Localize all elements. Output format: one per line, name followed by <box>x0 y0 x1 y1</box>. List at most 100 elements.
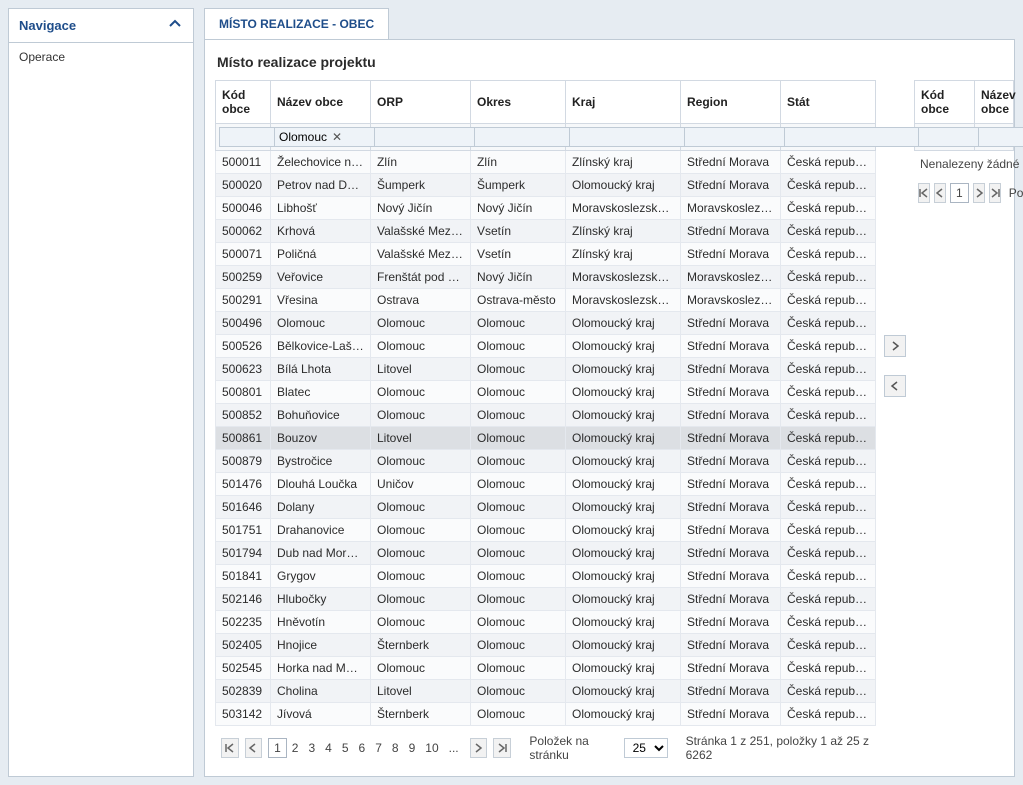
pager-page[interactable]: 5 <box>337 739 354 757</box>
pager-page[interactable]: 3 <box>303 739 320 757</box>
table-row[interactable]: 500623Bílá LhotaLitovelOlomoucOlomoucký … <box>216 358 876 381</box>
table-cell: 503142 <box>216 703 271 726</box>
pager-right-page-1[interactable]: 1 <box>950 183 969 203</box>
table-row[interactable]: 500526Bělkovice-LašťanyOlomoucOlomoucOlo… <box>216 335 876 358</box>
table-cell: Česká republika <box>781 289 876 312</box>
table-row[interactable]: 501751DrahanoviceOlomoucOlomoucOlomoucký… <box>216 519 876 542</box>
col-header[interactable]: Kraj <box>566 81 681 124</box>
table-row[interactable]: 500046LibhošťNový JičínNový JičínMoravsk… <box>216 197 876 220</box>
pager-status: Stránka 1 z 251, položky 1 až 25 z 6262 <box>686 734 870 762</box>
table-cell: 500259 <box>216 266 271 289</box>
table-row[interactable]: 502235HněvotínOlomoucOlomoucOlomoucký kr… <box>216 611 876 634</box>
move-left-button[interactable] <box>884 375 906 397</box>
table-row[interactable]: 500496OlomoucOlomoucOlomoucOlomoucký kra… <box>216 312 876 335</box>
nav-header[interactable]: Navigace <box>9 9 193 43</box>
table-cell: Olomoucký kraj <box>566 473 681 496</box>
table-cell: Střední Morava <box>681 312 781 335</box>
table-row[interactable]: 501794Dub nad MoravouOlomoucOlomoucOlomo… <box>216 542 876 565</box>
pager-page[interactable]: 9 <box>404 739 421 757</box>
table-row[interactable]: 502839CholinaLitovelOlomoucOlomoucký kra… <box>216 680 876 703</box>
pager-page[interactable]: 10 <box>420 739 443 757</box>
table-cell: Česká republika <box>781 220 876 243</box>
table-cell: Olomoucký kraj <box>566 358 681 381</box>
table-cell: Olomoucký kraj <box>566 680 681 703</box>
table-row[interactable]: 500062KrhováValašské MeziříčíVsetínZlíns… <box>216 220 876 243</box>
table-cell: Střední Morava <box>681 565 781 588</box>
table-row[interactable]: 500020Petrov nad DesnouŠumperkŠumperkOlo… <box>216 174 876 197</box>
pager-right-label: Polož <box>1009 186 1023 200</box>
pager: 12345678910... Položek na stránku 25 Str… <box>215 726 876 766</box>
table-cell: Olomouc <box>471 680 566 703</box>
table-cell: Česká republika <box>781 657 876 680</box>
table-row[interactable]: 500259VeřoviceFrenštát pod Rad...Nový Ji… <box>216 266 876 289</box>
filter-input[interactable] <box>978 127 1023 147</box>
col-header[interactable]: Region <box>681 81 781 124</box>
table-cell: Frenštát pod Rad... <box>371 266 471 289</box>
table-row[interactable]: 500291VřesinaOstravaOstrava-městoMoravsk… <box>216 289 876 312</box>
table-row[interactable]: 501841GrygovOlomoucOlomoucOlomoucký kraj… <box>216 565 876 588</box>
col-header[interactable]: Kód obce <box>915 81 975 124</box>
table-cell: Moravskoslezsko <box>681 266 781 289</box>
pager-right-first-button[interactable] <box>918 183 930 203</box>
col-header[interactable]: ORP <box>371 81 471 124</box>
table-cell: Bohuňovice <box>271 404 371 427</box>
table-row[interactable]: 500801BlatecOlomoucOlomoucOlomoucký kraj… <box>216 381 876 404</box>
table-cell: Krhová <box>271 220 371 243</box>
col-header[interactable]: Kód obce <box>216 81 271 124</box>
pager-page[interactable]: 2 <box>287 739 304 757</box>
pager-prev-button[interactable] <box>245 738 263 758</box>
move-right-button[interactable] <box>884 335 906 357</box>
pager-right-prev-button[interactable] <box>934 183 946 203</box>
table-cell: Střední Morava <box>681 358 781 381</box>
pager-page[interactable]: 6 <box>354 739 371 757</box>
table-cell: Střední Morava <box>681 680 781 703</box>
table-cell: Olomoucký kraj <box>566 703 681 726</box>
col-header[interactable]: Okres <box>471 81 566 124</box>
table-cell: Česká republika <box>781 266 876 289</box>
tab-misto-realizace[interactable]: MÍSTO REALIZACE - OBEC <box>204 8 389 39</box>
table-row[interactable]: 500071PoličnáValašské MeziříčíVsetínZlín… <box>216 243 876 266</box>
table-row[interactable]: 502545Horka nad Morav...OlomoucOlomoucOl… <box>216 657 876 680</box>
table-cell: Moravskoslezský kraj <box>566 266 681 289</box>
pager-page[interactable]: 4 <box>320 739 337 757</box>
table-cell: Olomouc <box>471 634 566 657</box>
pager-right-last-button[interactable] <box>989 183 1001 203</box>
table-cell: Litovel <box>371 358 471 381</box>
table-row[interactable]: 502405HnojiceŠternberkOlomoucOlomoucký k… <box>216 634 876 657</box>
pager-page[interactable]: 1 <box>268 738 287 758</box>
table-cell: Dlouhá Loučka <box>271 473 371 496</box>
table-cell: Olomouc <box>371 450 471 473</box>
pager-next-button[interactable] <box>470 738 488 758</box>
table-cell: 500071 <box>216 243 271 266</box>
table-cell: Česká republika <box>781 312 876 335</box>
clear-filter-icon[interactable]: ✕ <box>330 130 344 144</box>
pager-page[interactable]: 8 <box>387 739 404 757</box>
pager-right-next-button[interactable] <box>973 183 985 203</box>
table-row[interactable]: 501476Dlouhá LoučkaUničovOlomoucOlomouck… <box>216 473 876 496</box>
table-row[interactable]: 502146HlubočkyOlomoucOlomoucOlomoucký kr… <box>216 588 876 611</box>
col-header[interactable]: Stát <box>781 81 876 124</box>
table-row[interactable]: 501646DolanyOlomoucOlomoucOlomoucký kraj… <box>216 496 876 519</box>
available-grid: Kód obceNázev obceORPOkresKrajRegionStát… <box>215 80 876 766</box>
table-row[interactable]: 503142JívováŠternberkOlomoucOlomoucký kr… <box>216 703 876 726</box>
pager-page[interactable]: 7 <box>370 739 387 757</box>
table-row[interactable]: 500879BystročiceOlomoucOlomoucOlomoucký … <box>216 450 876 473</box>
table-cell: Střední Morava <box>681 450 781 473</box>
pager-last-button[interactable] <box>493 738 511 758</box>
table-cell: Šternberk <box>371 634 471 657</box>
table-cell: Olomouc <box>371 565 471 588</box>
nav-item-operace[interactable]: Operace <box>9 43 193 71</box>
table-cell: Olomoucký kraj <box>566 611 681 634</box>
pager-first-button[interactable] <box>221 738 239 758</box>
table-row[interactable]: 500011Želechovice nad...ZlínZlínZlínský … <box>216 151 876 174</box>
per-page-select[interactable]: 25 <box>624 738 668 758</box>
col-header[interactable]: Název obce <box>271 81 371 124</box>
table-row[interactable]: 500861BouzovLitovelOlomoucOlomoucký kraj… <box>216 427 876 450</box>
table-cell: Česká republika <box>781 335 876 358</box>
table-cell: Vsetín <box>471 243 566 266</box>
table-row[interactable]: 500852BohuňoviceOlomoucOlomoucOlomoucký … <box>216 404 876 427</box>
col-header[interactable]: Název obce <box>975 81 1014 124</box>
pager-page[interactable]: ... <box>444 739 464 757</box>
table-cell: Olomoucký kraj <box>566 450 681 473</box>
table-cell: Šternberk <box>371 703 471 726</box>
